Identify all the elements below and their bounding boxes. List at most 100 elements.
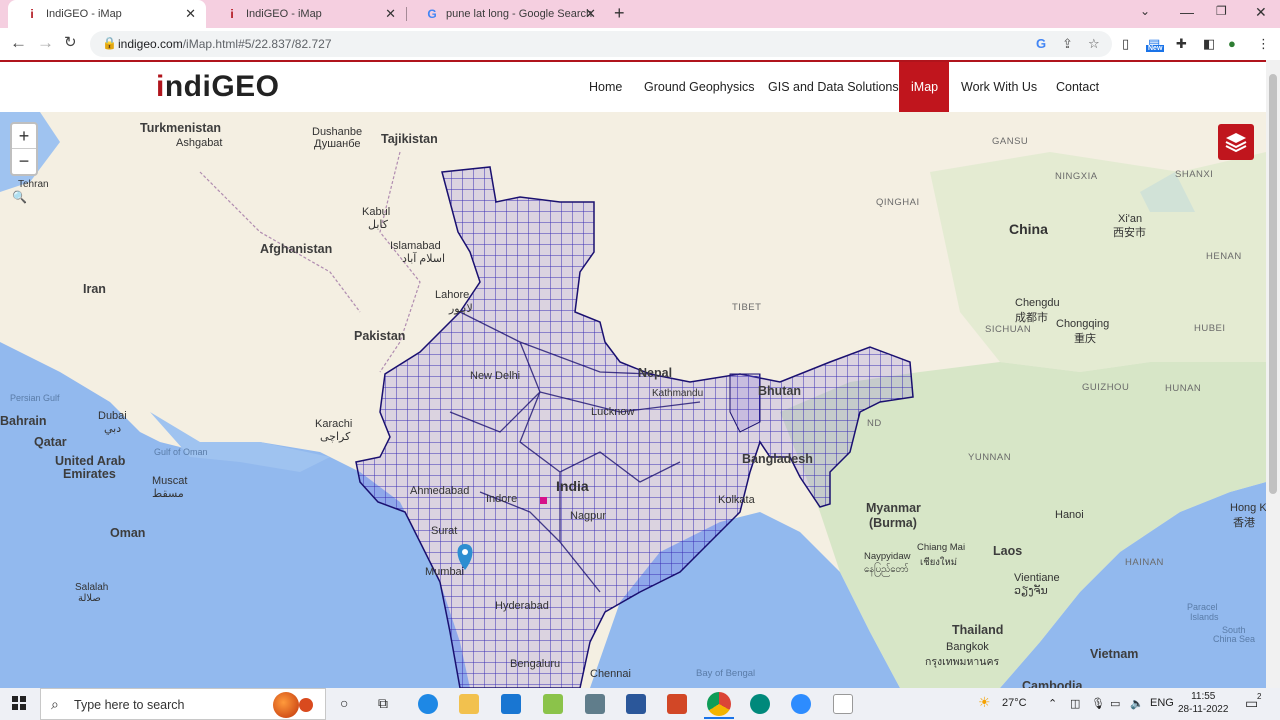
edge-icon[interactable] xyxy=(418,694,438,714)
search-app-icon[interactable] xyxy=(750,694,770,714)
notification-count: 2 xyxy=(1257,692,1262,701)
nav-home[interactable]: Home xyxy=(589,62,622,112)
map-label: Paracel xyxy=(1187,602,1218,612)
language-indicator[interactable]: ENG xyxy=(1150,697,1174,709)
map-search-icon[interactable]: 🔍 xyxy=(12,190,27,204)
map-label: Chennai xyxy=(590,668,631,680)
nav-work-with-us[interactable]: Work With Us xyxy=(961,62,1037,112)
tray-app-icon[interactable]: ◫ xyxy=(1070,697,1080,710)
bookmark-star-icon[interactable]: ☆ xyxy=(1088,36,1100,52)
map-label: Thailand xyxy=(952,623,1004,637)
cortana-icon[interactable]: ○ xyxy=(340,695,348,711)
map-label: Kolkata xyxy=(718,494,755,506)
layers-icon xyxy=(1225,133,1247,153)
map-label: Tajikistan xyxy=(381,132,438,146)
zoom-in-button[interactable]: + xyxy=(12,124,36,149)
clock[interactable]: 11:55 28-11-2022 xyxy=(1178,690,1228,716)
forward-icon[interactable]: → xyxy=(37,33,54,53)
nav-imap[interactable]: iMap xyxy=(899,62,949,112)
map-label: Lahore xyxy=(435,289,470,301)
profile-avatar-icon[interactable]: ● xyxy=(1228,36,1236,51)
tab-search-chevron-icon[interactable]: ⌄ xyxy=(1140,4,1150,18)
weather-icon[interactable]: ☀ xyxy=(978,694,991,711)
map-label: New Delhi xyxy=(470,370,521,382)
map-label: QINGHAI xyxy=(876,197,920,208)
task-view-icon[interactable]: ⧉ xyxy=(378,695,388,712)
close-tab-icon[interactable]: ✕ xyxy=(185,6,196,22)
close-tab-icon[interactable]: ✕ xyxy=(585,6,596,22)
address-bar[interactable]: 🔒 indigeo.com/iMap.html#5/22.837/82.727 … xyxy=(90,31,1112,57)
search-placeholder: Type here to search xyxy=(74,698,185,712)
notepad-plus-icon[interactable] xyxy=(543,694,563,714)
google-favicon: G xyxy=(427,7,437,21)
maximize-icon[interactable]: ❐ xyxy=(1216,4,1227,18)
show-hidden-icons-icon[interactable]: ⌃ xyxy=(1048,697,1057,710)
reader-icon[interactable]: ▯ xyxy=(1122,36,1129,52)
map-label: Tehran xyxy=(18,179,49,190)
document-icon[interactable] xyxy=(833,694,853,714)
nav-contact[interactable]: Contact xyxy=(1056,62,1099,112)
powerpoint-icon[interactable] xyxy=(667,694,687,714)
taskbar-search-box[interactable]: ⌕ Type here to search xyxy=(40,688,326,720)
close-tab-icon[interactable]: ✕ xyxy=(385,6,396,22)
google-lens-icon[interactable]: G xyxy=(1036,36,1046,51)
tab-indigeo-2[interactable]: i IndiGEO - iMap ✕ xyxy=(208,0,406,28)
volume-icon[interactable]: 🔈 xyxy=(1130,697,1144,710)
map-label: صلالة xyxy=(78,593,101,604)
search-highlight-dot xyxy=(299,698,313,712)
microphone-icon[interactable]: 🎙 xyxy=(1091,697,1105,710)
tab-google-search[interactable]: G pune lat long - Google Search ✕ xyxy=(408,0,606,28)
network-icon[interactable]: ▭ xyxy=(1110,697,1120,710)
menu-kebab-icon[interactable]: ⋮ xyxy=(1257,36,1270,52)
map-label: اسلام آباد xyxy=(402,253,446,265)
nav-ground-geophysics[interactable]: Ground Geophysics xyxy=(644,62,754,112)
map-label: Laos xyxy=(993,544,1023,558)
reload-icon[interactable]: ↻ xyxy=(64,33,77,51)
share-icon[interactable]: ⇪ xyxy=(1062,36,1073,52)
clock-date: 28-11-2022 xyxy=(1178,704,1229,715)
mail-icon[interactable] xyxy=(501,694,521,714)
url-text[interactable]: indigeo.com/iMap.html#5/22.837/82.727 xyxy=(118,37,332,51)
map-label: Hyderabad xyxy=(495,600,549,612)
scrollbar-thumb[interactable] xyxy=(1269,74,1277,494)
tab-title: IndiGEO - iMap xyxy=(46,8,122,20)
clock-time: 11:55 xyxy=(1191,691,1216,702)
browser-window: i IndiGEO - iMap ✕ i IndiGEO - iMap ✕ G … xyxy=(0,0,1280,720)
map-label: Nepal xyxy=(638,366,673,380)
map-label: Bay of Bengal xyxy=(696,668,756,679)
map-label: Persian Gulf xyxy=(10,393,60,403)
nav-gis-data-solutions[interactable]: GIS and Data Solutions xyxy=(768,62,899,112)
page-scrollbar[interactable] xyxy=(1266,60,1280,688)
zoom-out-button[interactable]: − xyxy=(12,149,36,174)
app-icon[interactable] xyxy=(585,694,605,714)
map-label: Kathmandu xyxy=(652,388,704,399)
map-label: Bangladesh xyxy=(742,452,813,466)
new-tab-icon[interactable]: + xyxy=(614,3,625,24)
side-panel-icon[interactable]: ◧ xyxy=(1203,36,1215,52)
close-window-icon[interactable]: ✕ xyxy=(1255,4,1267,21)
word-icon[interactable] xyxy=(626,694,646,714)
extensions-puzzle-icon[interactable]: ✚ xyxy=(1176,36,1187,52)
chrome-icon[interactable] xyxy=(707,692,731,716)
map-label: Dushanbe xyxy=(312,126,363,138)
map-base-layer xyxy=(0,112,1266,688)
map-label: Mumbai xyxy=(425,566,465,578)
map-label: Pakistan xyxy=(354,329,406,343)
temperature[interactable]: 27°C xyxy=(1002,697,1027,709)
zoom-icon[interactable] xyxy=(791,694,811,714)
map-label: Surat xyxy=(431,525,458,537)
layers-button[interactable] xyxy=(1218,124,1254,160)
minimize-icon[interactable]: — xyxy=(1180,4,1194,20)
search-icon: ⌕ xyxy=(51,696,59,712)
map-canvas[interactable]: Turkmenistan Ashgabat Dushanbe Душанбе T… xyxy=(0,112,1266,688)
map-label: กรุงเทพมหานคร xyxy=(925,656,1000,668)
map-label: India xyxy=(556,478,589,494)
map-label: Qatar xyxy=(34,435,67,449)
indigeo-logo[interactable]: indiGEO xyxy=(156,70,280,104)
back-icon[interactable]: ← xyxy=(10,33,27,53)
map-label: Salalah xyxy=(75,582,109,593)
windows-start-icon[interactable] xyxy=(12,696,26,710)
tab-indigeo-1[interactable]: i IndiGEO - iMap ✕ xyxy=(8,0,206,28)
map-label: Ashgabat xyxy=(176,137,223,149)
file-explorer-icon[interactable] xyxy=(459,694,479,714)
